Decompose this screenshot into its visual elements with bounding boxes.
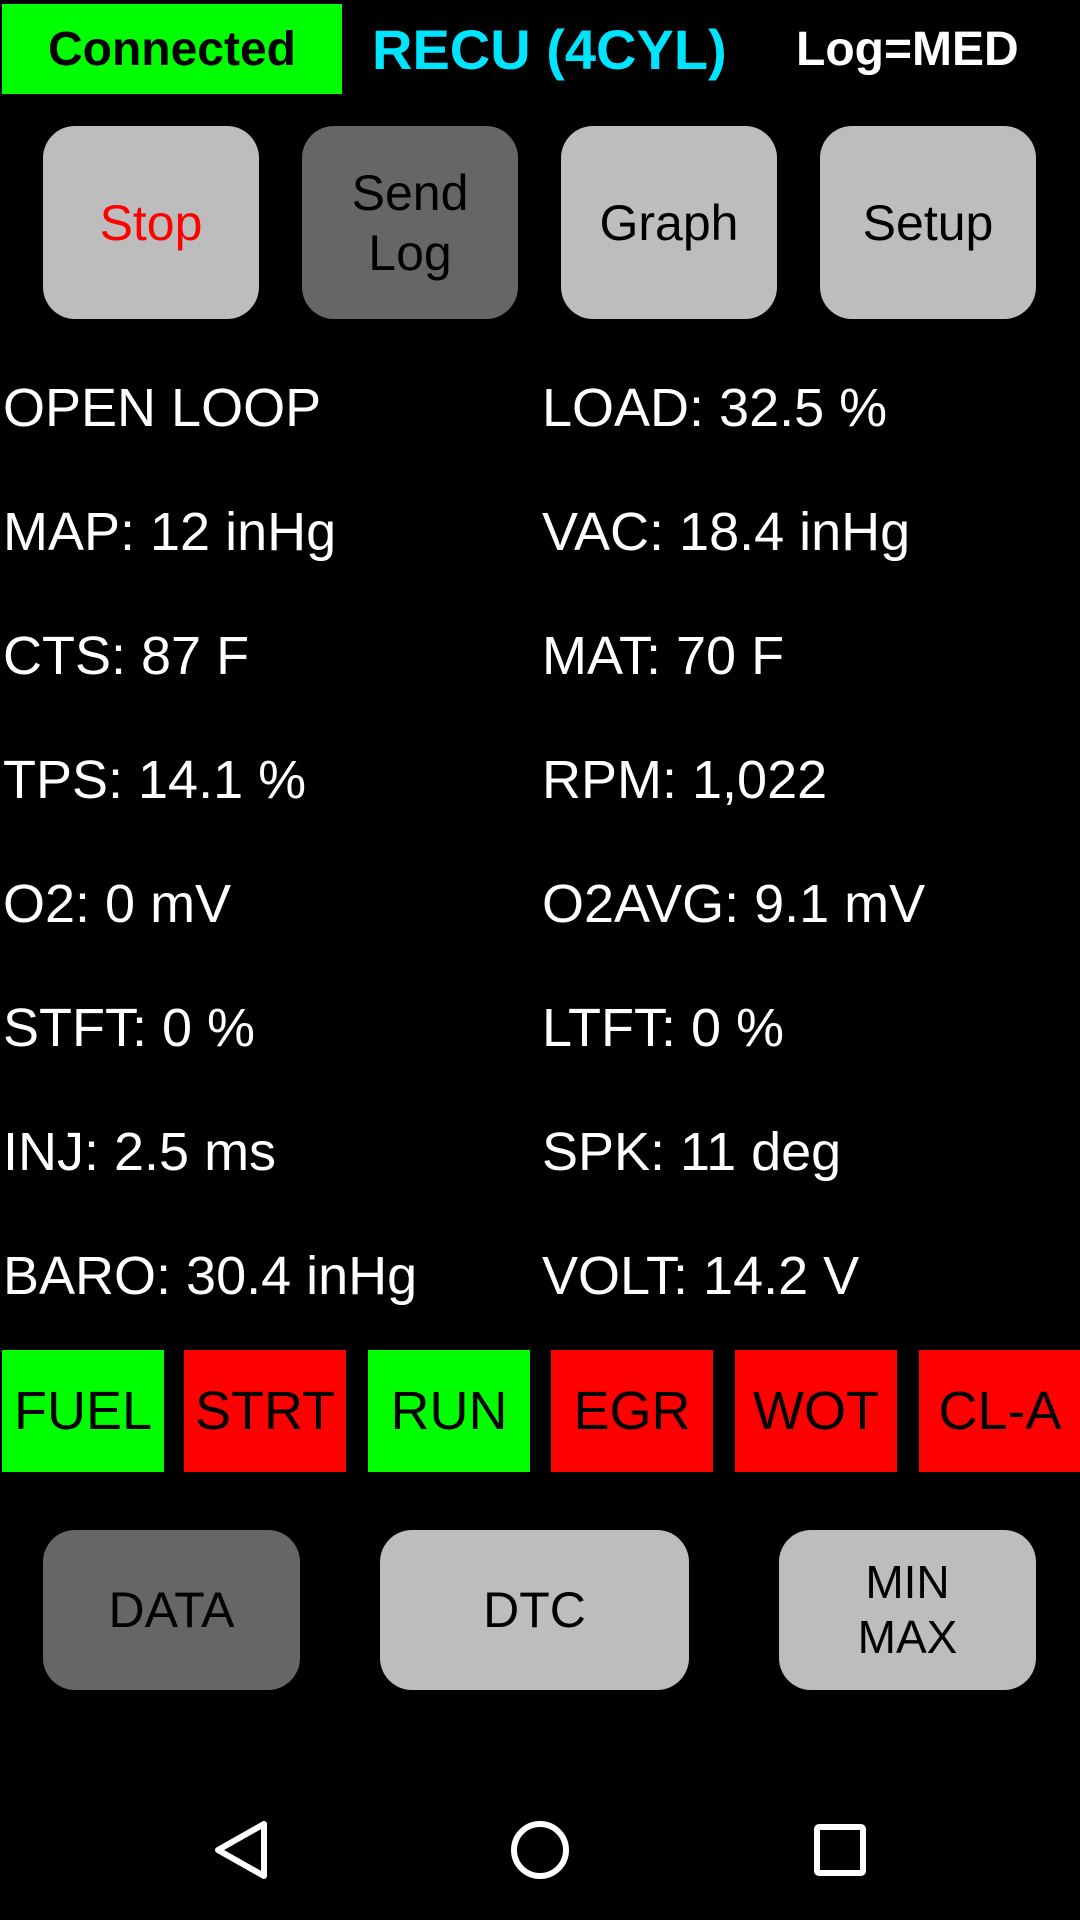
home-circle-icon <box>511 1821 569 1879</box>
spk-reading: SPK: 11 deg <box>542 1122 842 1182</box>
map-reading: MAP: 12 inHg <box>3 502 337 562</box>
back-triangle-icon <box>215 1821 267 1879</box>
ecu-title: RECU (4CYL) <box>372 17 727 81</box>
send-log-button[interactable]: Send Log <box>302 126 518 319</box>
connection-status-badge: Connected <box>2 4 342 94</box>
loop-mode-reading: OPEN LOOP <box>3 378 322 438</box>
home-button[interactable] <box>490 1800 590 1900</box>
o2avg-reading: O2AVG: 9.1 mV <box>542 874 926 934</box>
indicator-run: RUN <box>368 1350 530 1472</box>
indicator-cl-a: CL-A <box>919 1350 1080 1472</box>
recents-square-icon <box>814 1824 866 1876</box>
rpm-reading: RPM: 1,022 <box>542 750 828 810</box>
cts-reading: CTS: 87 F <box>3 626 250 686</box>
stft-reading: STFT: 0 % <box>3 998 256 1058</box>
min-max-tab-button[interactable]: MIN MAX <box>779 1530 1036 1690</box>
vac-reading: VAC: 18.4 inHg <box>542 502 911 562</box>
indicator-fuel: FUEL <box>2 1350 164 1472</box>
data-tab-button[interactable]: DATA <box>43 1530 300 1690</box>
load-reading: LOAD: 32.5 % <box>542 378 888 438</box>
indicator-egr: EGR <box>551 1350 713 1472</box>
back-button[interactable] <box>190 1800 290 1900</box>
log-level-indicator[interactable]: Log=MED <box>796 4 1019 94</box>
indicator-wot: WOT <box>735 1350 897 1472</box>
dtc-tab-button[interactable]: DTC <box>380 1530 689 1690</box>
setup-button[interactable]: Setup <box>820 126 1036 319</box>
tps-reading: TPS: 14.1 % <box>3 750 307 810</box>
o2-reading: O2: 0 mV <box>3 874 232 934</box>
volt-reading: VOLT: 14.2 V <box>542 1246 860 1306</box>
graph-button[interactable]: Graph <box>561 126 777 319</box>
stop-button[interactable]: Stop <box>43 126 259 319</box>
recents-button[interactable] <box>790 1800 890 1900</box>
ltft-reading: LTFT: 0 % <box>542 998 785 1058</box>
baro-reading: BARO: 30.4 inHg <box>3 1246 418 1306</box>
indicator-strt: STRT <box>184 1350 346 1472</box>
inj-reading: INJ: 2.5 ms <box>3 1122 277 1182</box>
mat-reading: MAT: 70 F <box>542 626 785 686</box>
